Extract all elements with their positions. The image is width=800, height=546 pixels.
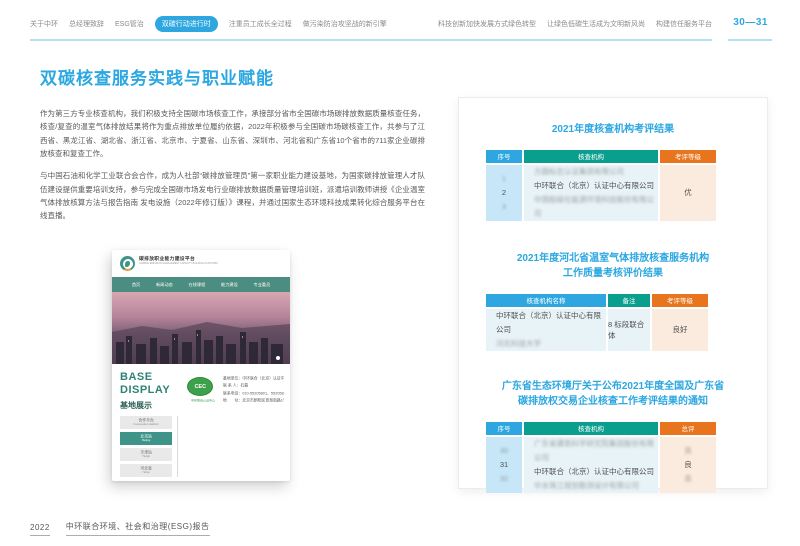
nav-item-trust-platform[interactable]: 构建信任服务平台 xyxy=(656,19,712,29)
footer-report-title: 中环联合环境、社会和治理(ESG)报告 xyxy=(66,521,210,536)
table1-header-org: 核查机构 xyxy=(524,150,658,163)
website-screenshot: 碳排放职业能力建设平台 CARBON EMISSION MANAGEMENT C… xyxy=(112,250,290,481)
nav-item-dual-carbon-active[interactable]: 双碳行动进行时 xyxy=(155,16,218,32)
paragraph-1: 作为第三方专业核查机构，我们积极支持全国碳市场核查工作，承接部分省市全国碳市场碳… xyxy=(40,107,425,160)
site-nav-courses: 在线课程 xyxy=(188,282,205,288)
page-number-underline xyxy=(728,39,772,41)
sidebar-item-cooperation: 合作平台 Cooperation platform xyxy=(120,416,172,429)
sidebar-item-hebei: 河北省 Hebei xyxy=(120,464,172,477)
table-row: 中环联合（北京）认证中心有限公司 xyxy=(496,309,606,337)
table3-header-grade: 总评 xyxy=(660,422,716,435)
top-nav-left: 关于中环 总经理致辞 ESG管治 双碳行动进行时 注重员工成长全过程 做污染防治… xyxy=(30,16,387,32)
platform-name: 碳排放职业能力建设平台 xyxy=(139,255,253,262)
table3-no-column: 30 31 32 xyxy=(486,437,522,493)
table2: 核查机构名称 中环联合（北京）认证中心有限公司 河北科技大学 备注 8 标段联合… xyxy=(486,294,740,351)
footer-year: 2022 xyxy=(30,523,50,536)
table1-org-column: 方圆标志认证集团有限公司 中环联合（北京）认证中心有限公司 中国船级社能源环境科… xyxy=(524,165,658,221)
table1-no-column: 1 2 3 xyxy=(486,165,522,221)
table1-title: 2021年度核查机构考评结果 xyxy=(486,122,740,138)
table2-note-cell: 8 标段联合体 xyxy=(608,309,650,351)
page-number: 30—31 xyxy=(733,17,768,28)
nav-item-esg-governance[interactable]: ESG管治 xyxy=(115,19,144,29)
table2-header-org: 核查机构名称 xyxy=(486,294,606,307)
table-row: 中环联合（北京）认证中心有限公司 xyxy=(534,179,658,193)
nav-item-tech-innovation[interactable]: 科技创新加快发展方式绿色转型 xyxy=(438,19,536,29)
nav-item-green-life[interactable]: 让绿色低碳生活成为文明新风尚 xyxy=(547,19,645,29)
table3-org-column: 广东省建筑科学研究院集团股份有限公司 中环联合（北京）认证中心有限公司 中水珠江… xyxy=(524,437,658,493)
nav-item-employee-growth[interactable]: 注重员工成长全过程 xyxy=(229,19,292,29)
table-row: 方圆标志认证集团有限公司 xyxy=(534,165,658,179)
sidebar-item-tianjin: 天津站 Tianjin xyxy=(120,448,172,461)
info-line-address: 地 址：北京市朝阳区育慧南路1号 xyxy=(223,397,284,404)
nav-divider xyxy=(30,39,712,41)
site-nav-news: 新闻动态 xyxy=(156,282,173,288)
table1-grade-cell: 优 xyxy=(660,165,716,221)
site-nav-capacity: 能力建设 xyxy=(221,282,238,288)
table3: 序号 30 31 32 核查机构 广东省建筑科学研究院集团股份有限公司 中环联合… xyxy=(486,422,740,493)
site-nav-home: 首页 xyxy=(132,282,140,288)
page-title: 双碳核查服务实践与职业赋能 xyxy=(40,64,274,89)
results-card: 2021年度核查机构考评结果 序号 1 2 3 核查机构 方圆标志认证集团有限公… xyxy=(458,97,768,489)
nav-item-gm-message[interactable]: 总经理致辞 xyxy=(69,19,104,29)
carousel-dot xyxy=(276,356,280,360)
table1-header-grade: 考评等级 xyxy=(660,150,716,163)
table-row: 中国船级社能源环境科技股份有限公司 xyxy=(534,193,658,221)
website-header: 碳排放职业能力建设平台 CARBON EMISSION MANAGEMENT C… xyxy=(112,250,290,277)
platform-name-en: CARBON EMISSION MANAGEMENT CAPACITY BUIL… xyxy=(139,261,253,264)
sidebar-item-beijing: 北京站 Beijing xyxy=(120,432,172,445)
report-page: 关于中环 总经理致辞 ESG管治 双碳行动进行时 注重员工成长全过程 做污染防治… xyxy=(0,0,800,546)
site-nav-committee: 专业委员 xyxy=(254,282,271,288)
table1-header-no: 序号 xyxy=(486,150,522,163)
table-row: 广东省建筑科学研究院集团股份有限公司 xyxy=(534,437,658,465)
table3-header-no: 序号 xyxy=(486,422,522,435)
website-content: BASE DISPLAY 基地展示 合作平台 Cooperation platf… xyxy=(112,364,290,480)
cec-badge-icon: CEC xyxy=(187,377,213,396)
table3-grade-column: 良 良 良 xyxy=(660,437,716,493)
info-line-unit: 基地单位：中环联合（北京）认证中心… xyxy=(223,375,284,382)
base-sidebar: 合作平台 Cooperation platform 北京站 Beijing 天津… xyxy=(120,416,178,477)
table1: 序号 1 2 3 核查机构 方圆标志认证集团有限公司 中环联合（北京）认证中心有… xyxy=(486,150,740,221)
page-footer: 2022 中环联合环境、社会和治理(ESG)报告 xyxy=(30,521,210,536)
nav-item-about[interactable]: 关于中环 xyxy=(30,19,58,29)
table2-grade-cell: 良好 xyxy=(652,309,708,351)
nav-item-pollution-control[interactable]: 做污染防治攻坚战的新引擎 xyxy=(303,19,387,29)
paragraph-2: 与中国石油和化学工业联合会合作，成为人社部“碳排放管理员”第一家职业能力建设基地… xyxy=(40,169,425,222)
platform-logo-text: 碳排放职业能力建设平台 CARBON EMISSION MANAGEMENT C… xyxy=(139,255,290,273)
table2-header-note: 备注 xyxy=(608,294,650,307)
table3-header-org: 核查机构 xyxy=(524,422,658,435)
platform-logo-icon xyxy=(120,256,135,271)
table2-header-grade: 考评等级 xyxy=(652,294,708,307)
website-navbar: 首页 新闻动态 在线课程 能力建设 专业委员 xyxy=(112,277,290,292)
cec-badge-caption: 中环联合认证中心 xyxy=(182,398,218,406)
table3-title: 广东省生态环境厅关于公布2021年度全国及广东省 碳排放权交易企业核查工作考评结… xyxy=(486,379,740,410)
base-display-title-en: BASE DISPLAY xyxy=(120,371,182,396)
table-row: 中环联合（北京）认证中心有限公司 xyxy=(534,465,658,479)
table-row: 中水珠江规划勘测设计有限公司 xyxy=(534,479,658,493)
body-text: 作为第三方专业核查机构，我们积极支持全国碳市场核查工作，承接部分省市全国碳市场碳… xyxy=(40,107,425,232)
info-line-contact: 联 系 人：石磊 xyxy=(223,382,284,389)
table2-org-cell: 中环联合（北京）认证中心有限公司 河北科技大学 xyxy=(486,309,606,351)
top-nav: 关于中环 总经理致辞 ESG管治 双碳行动进行时 注重员工成长全过程 做污染防治… xyxy=(30,16,712,32)
table-row: 河北科技大学 xyxy=(496,337,606,351)
base-contact-info: 基地单位：中环联合（北京）认证中心… 联 系 人：石磊 联系电话：010-552… xyxy=(218,371,284,431)
top-nav-right: 科技创新加快发展方式绿色转型 让绿色低碳生活成为文明新风尚 构建信任服务平台 xyxy=(438,19,712,29)
info-line-phone: 联系电话：010-55205801、55205879 xyxy=(223,390,284,397)
city-skyline-photo xyxy=(112,292,290,364)
base-display-title-cn: 基地展示 xyxy=(120,400,182,411)
table2-title: 2021年度河北省温室气体排放核查服务机构 工作质量考核评价结果 xyxy=(486,251,740,282)
